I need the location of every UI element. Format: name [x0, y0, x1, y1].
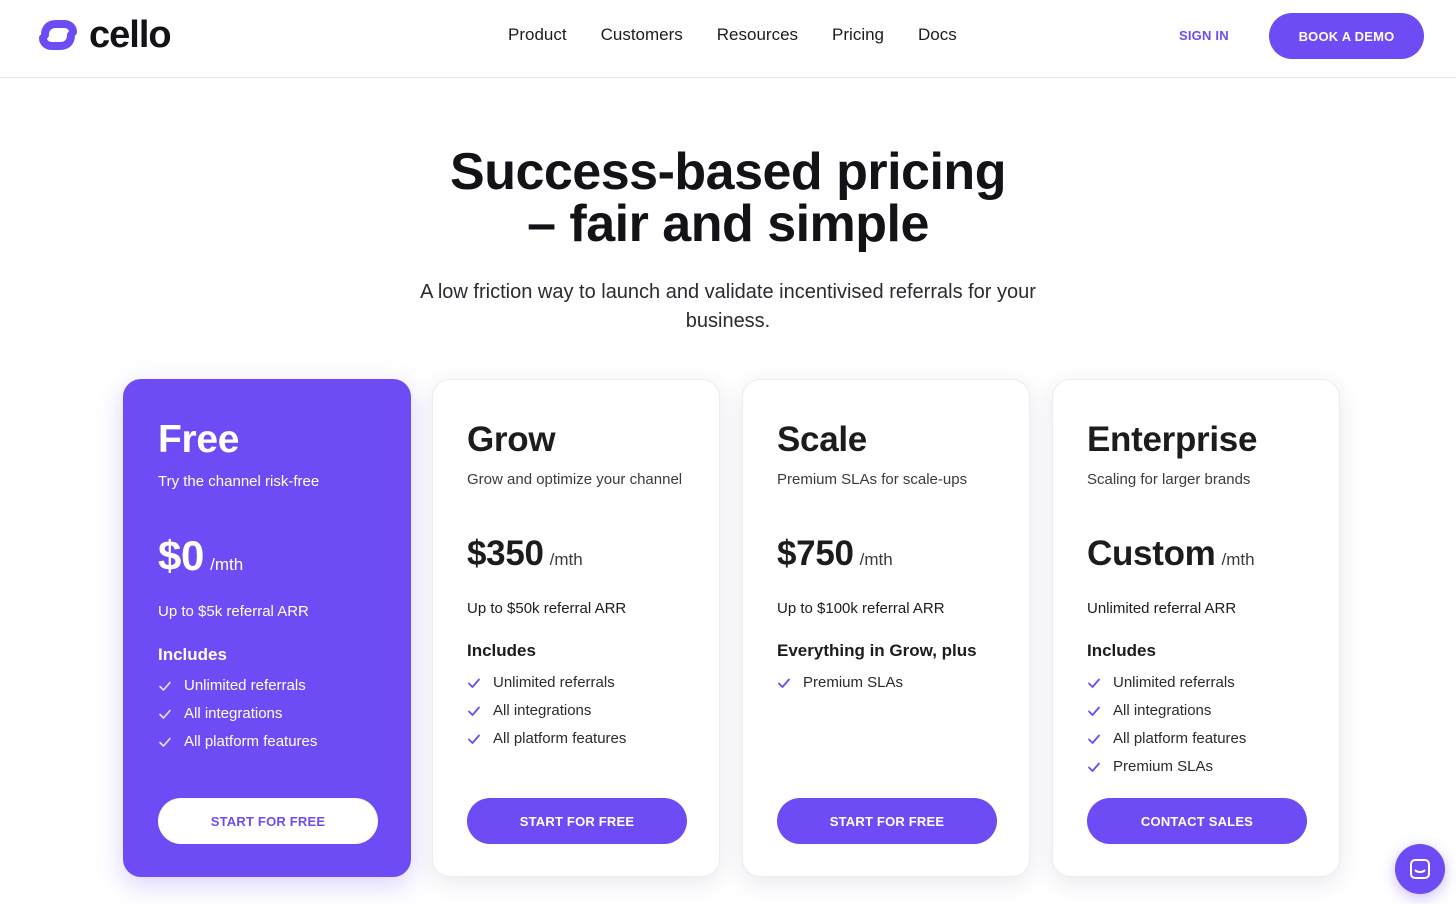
- feature-label: Unlimited referrals: [1113, 674, 1235, 691]
- plan-price: $750: [777, 534, 854, 573]
- plan-price: Custom: [1087, 534, 1216, 573]
- check-icon: [468, 678, 480, 688]
- plan-includes-title: Includes: [467, 641, 536, 660]
- feature-label: Unlimited referrals: [184, 677, 306, 694]
- brand-name: cello: [89, 14, 172, 56]
- nav-item-resources[interactable]: Resources: [717, 24, 798, 46]
- list-item: All platform features: [467, 725, 626, 753]
- plan-includes-title: Everything in Grow, plus: [777, 641, 977, 660]
- plan-feature-list: Unlimited referrals All integrations All…: [158, 672, 317, 756]
- list-item: All platform features: [1087, 725, 1246, 753]
- plan-price: $0: [158, 532, 205, 579]
- check-icon: [1088, 762, 1100, 772]
- list-item: All platform features: [158, 728, 317, 756]
- check-icon: [1088, 734, 1100, 744]
- plan-name: Scale: [777, 420, 867, 459]
- plan-feature-list: Unlimited referrals All integrations All…: [467, 669, 626, 753]
- chat-icon: [1410, 859, 1430, 879]
- list-item: Unlimited referrals: [158, 672, 317, 700]
- plan-period: /mth: [549, 550, 583, 569]
- plan-limit: Up to $100k referral ARR: [777, 600, 945, 617]
- feature-label: Unlimited referrals: [493, 674, 615, 691]
- list-item: All integrations: [1087, 697, 1246, 725]
- feature-label: Premium SLAs: [803, 674, 904, 691]
- plan-card-grow: Grow Grow and optimize your channel $350…: [432, 379, 720, 877]
- plan-limit: Unlimited referral ARR: [1087, 600, 1237, 617]
- feature-label: All platform features: [493, 730, 627, 747]
- plan-limit: Up to $50k referral ARR: [467, 600, 627, 617]
- check-icon: [1088, 678, 1100, 688]
- plan-price-row: $750 /mth: [777, 532, 893, 576]
- plan-card-enterprise: Enterprise Scaling for larger brands Cus…: [1052, 379, 1340, 877]
- list-item: All integrations: [467, 697, 626, 725]
- brand-logo[interactable]: cello: [37, 14, 172, 56]
- plan-price-row: $350 /mth: [467, 532, 583, 576]
- plan-period: /mth: [210, 555, 244, 574]
- check-icon: [468, 706, 480, 716]
- cello-logo-icon: [39, 20, 77, 50]
- plan-price: $350: [467, 534, 544, 573]
- check-icon: [468, 734, 480, 744]
- plan-card-scale: Scale Premium SLAs for scale-ups $750 /m…: [742, 379, 1030, 877]
- check-icon: [778, 678, 790, 688]
- page-subtitle: A low friction way to launch and validat…: [420, 281, 1036, 332]
- list-item: Unlimited referrals: [1087, 669, 1246, 697]
- plan-includes-title: Includes: [158, 645, 227, 664]
- plan-period: /mth: [859, 550, 893, 569]
- page-title-line-1: Success-based pricing: [450, 143, 1006, 201]
- plan-description: Grow and optimize your channel: [467, 471, 683, 488]
- nav-item-docs[interactable]: Docs: [918, 24, 957, 46]
- feature-label: All integrations: [493, 702, 592, 719]
- check-icon: [1088, 706, 1100, 716]
- feature-label: All integrations: [1113, 702, 1212, 719]
- check-icon: [159, 681, 171, 691]
- nav-item-customers[interactable]: Customers: [601, 24, 683, 46]
- plan-description: Premium SLAs for scale-ups: [777, 471, 968, 488]
- plan-name: Enterprise: [1087, 420, 1258, 459]
- check-icon: [159, 737, 171, 747]
- nav-item-pricing[interactable]: Pricing: [832, 24, 884, 46]
- book-demo-button[interactable]: BOOK A DEMO: [1269, 13, 1424, 59]
- sign-in-link[interactable]: SIGN IN: [1179, 28, 1229, 44]
- check-icon: [159, 709, 171, 719]
- feature-label: Premium SLAs: [1113, 758, 1214, 775]
- start-for-free-button[interactable]: START FOR FREE: [158, 798, 378, 844]
- feature-label: All platform features: [184, 733, 318, 750]
- main-nav: Product Customers Resources Pricing Docs: [508, 24, 957, 46]
- chat-launcher-button[interactable]: [1395, 844, 1445, 894]
- plan-description: Try the channel risk-free: [158, 473, 320, 490]
- plan-name: Free: [158, 418, 240, 461]
- plan-feature-list: Unlimited referrals All integrations All…: [1087, 669, 1246, 781]
- plan-card-free: Free Try the channel risk-free $0 /mth U…: [123, 379, 411, 877]
- nav-item-product[interactable]: Product: [508, 24, 567, 46]
- plan-includes-title: Includes: [1087, 641, 1156, 660]
- list-item: Premium SLAs: [777, 669, 903, 697]
- plan-description: Scaling for larger brands: [1087, 471, 1251, 488]
- start-for-free-button[interactable]: START FOR FREE: [467, 798, 687, 844]
- plan-limit: Up to $5k referral ARR: [158, 603, 309, 620]
- plan-feature-list: Premium SLAs: [777, 669, 903, 697]
- plan-name: Grow: [467, 420, 556, 459]
- site-header: cello Product Customers Resources Pricin…: [0, 0, 1456, 78]
- plan-period: /mth: [1221, 550, 1255, 569]
- page-title-line-2: – fair and simple: [527, 195, 929, 253]
- list-item: Unlimited referrals: [467, 669, 626, 697]
- list-item: All integrations: [158, 700, 317, 728]
- feature-label: All platform features: [1113, 730, 1247, 747]
- plan-price-row: $0 /mth: [158, 534, 243, 578]
- contact-sales-button[interactable]: CONTACT SALES: [1087, 798, 1307, 844]
- start-for-free-button[interactable]: START FOR FREE: [777, 798, 997, 844]
- page-title: Success-based pricing – fair and simple: [328, 146, 1128, 250]
- list-item: Premium SLAs: [1087, 753, 1246, 781]
- plan-price-row: Custom /mth: [1087, 532, 1255, 576]
- feature-label: All integrations: [184, 705, 283, 722]
